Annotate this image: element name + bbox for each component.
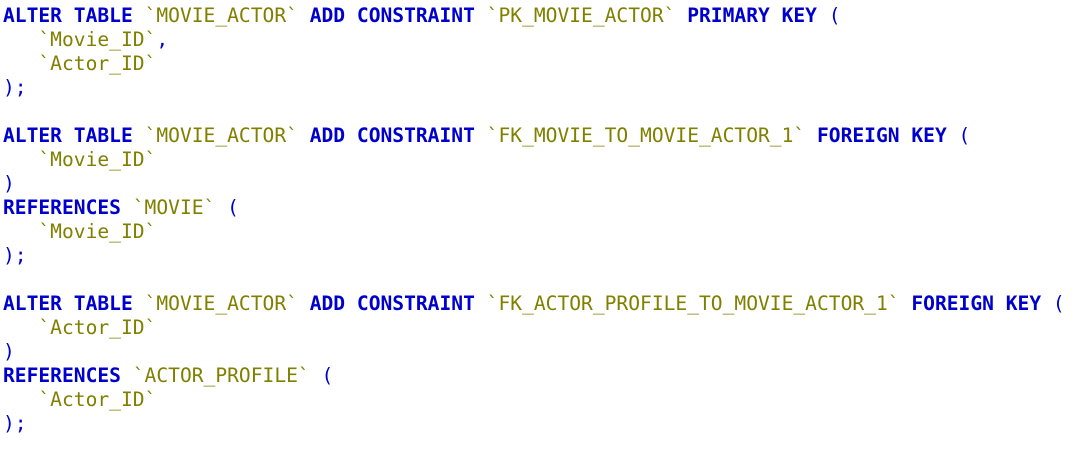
sql-punctuation: ); bbox=[3, 76, 27, 99]
sql-punctuation: ( bbox=[958, 124, 971, 147]
code-line[interactable]: ); bbox=[0, 244, 1090, 268]
sql-identifier: `Movie_ID` bbox=[38, 220, 157, 243]
sql-identifier: `Actor_ID` bbox=[38, 388, 157, 411]
code-line[interactable] bbox=[0, 268, 1090, 292]
sql-keyword: ALTER TABLE bbox=[3, 292, 133, 315]
code-line[interactable] bbox=[0, 100, 1090, 124]
code-line[interactable]: ) bbox=[0, 172, 1090, 196]
sql-keyword: ALTER TABLE bbox=[3, 124, 133, 147]
sql-keyword: FOREIGN KEY bbox=[911, 292, 1042, 315]
sql-identifier: `Movie_ID` bbox=[38, 148, 157, 171]
sql-keyword: REFERENCES bbox=[3, 364, 121, 387]
sql-punctuation: ) bbox=[3, 172, 15, 195]
sql-punctuation: ( bbox=[1052, 292, 1065, 315]
sql-identifier: `MOVIE_ACTOR` bbox=[144, 124, 298, 147]
sql-punctuation: ) bbox=[3, 340, 15, 363]
code-line[interactable]: ALTER TABLE `MOVIE_ACTOR` ADD CONSTRAINT… bbox=[0, 124, 1090, 148]
code-line[interactable]: REFERENCES `MOVIE` ( bbox=[0, 196, 1090, 220]
sql-code-editor[interactable]: ALTER TABLE `MOVIE_ACTOR` ADD CONSTRAINT… bbox=[0, 0, 1090, 452]
sql-punctuation: ); bbox=[3, 244, 27, 267]
sql-identifier: `Actor_ID` bbox=[38, 316, 157, 339]
sql-keyword: FOREIGN KEY bbox=[816, 124, 947, 147]
code-line[interactable]: `Actor_ID` bbox=[0, 316, 1090, 340]
sql-keyword: REFERENCES bbox=[3, 196, 121, 219]
sql-identifier: `Actor_ID` bbox=[38, 52, 157, 75]
code-line[interactable]: ); bbox=[0, 76, 1090, 100]
code-line[interactable]: `Actor_ID` bbox=[0, 388, 1090, 412]
code-line[interactable]: `Actor_ID` bbox=[0, 52, 1090, 76]
code-line[interactable]: `Movie_ID`, bbox=[0, 28, 1090, 52]
sql-punctuation: , bbox=[156, 28, 169, 51]
sql-punctuation: ( bbox=[321, 364, 334, 387]
sql-punctuation: ); bbox=[3, 412, 27, 435]
code-line[interactable]: REFERENCES `ACTOR_PROFILE` ( bbox=[0, 364, 1090, 388]
code-line[interactable]: ALTER TABLE `MOVIE_ACTOR` ADD CONSTRAINT… bbox=[0, 4, 1090, 28]
sql-keyword: ALTER TABLE bbox=[3, 4, 133, 27]
sql-identifier: `MOVIE_ACTOR` bbox=[144, 4, 298, 27]
sql-identifier: `MOVIE` bbox=[132, 196, 216, 219]
sql-keyword: ADD CONSTRAINT bbox=[309, 124, 475, 147]
code-line[interactable]: `Movie_ID` bbox=[0, 148, 1090, 172]
sql-keyword: ADD CONSTRAINT bbox=[309, 292, 475, 315]
sql-identifier: `ACTOR_PROFILE` bbox=[132, 364, 310, 387]
sql-identifier: `FK_MOVIE_TO_MOVIE_ACTOR_1` bbox=[486, 124, 806, 147]
code-line[interactable]: ) bbox=[0, 340, 1090, 364]
code-line[interactable]: ); bbox=[0, 412, 1090, 436]
sql-identifier: `Movie_ID` bbox=[38, 28, 157, 51]
sql-punctuation: ( bbox=[227, 196, 239, 219]
code-line[interactable]: `Movie_ID` bbox=[0, 220, 1090, 244]
sql-identifier: `PK_MOVIE_ACTOR` bbox=[486, 4, 676, 27]
sql-identifier: `FK_ACTOR_PROFILE_TO_MOVIE_ACTOR_1` bbox=[486, 292, 900, 315]
code-line[interactable]: ALTER TABLE `MOVIE_ACTOR` ADD CONSTRAINT… bbox=[0, 292, 1090, 316]
sql-keyword: ADD CONSTRAINT bbox=[309, 4, 475, 27]
sql-punctuation: ( bbox=[828, 4, 841, 27]
sql-identifier: `MOVIE_ACTOR` bbox=[144, 292, 298, 315]
sql-keyword: PRIMARY KEY bbox=[687, 4, 817, 27]
